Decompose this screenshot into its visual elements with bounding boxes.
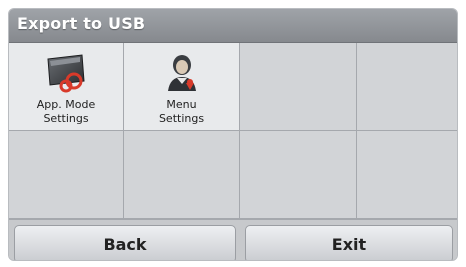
tile-label-line2: Settings	[43, 112, 89, 125]
title-bar: Export to USB	[9, 9, 457, 43]
page-title: Export to USB	[17, 14, 146, 33]
back-button[interactable]: Back	[14, 225, 236, 260]
tile-label-line1: Menu	[166, 98, 197, 111]
empty-tile	[240, 43, 357, 131]
app-mode-settings-icon	[47, 54, 85, 93]
tile-label: App. Mode Settings	[9, 98, 123, 126]
app-mode-settings-tile[interactable]: App. Mode Settings	[9, 43, 124, 131]
menu-grid: App. Mode Settings Menu Settings	[9, 43, 457, 219]
footer-bar: Back Exit	[9, 219, 457, 260]
empty-tile	[124, 131, 240, 219]
empty-tile	[9, 131, 124, 219]
tile-label-line2: Settings	[158, 112, 205, 125]
exit-button[interactable]: Exit	[245, 225, 453, 260]
empty-tile	[357, 131, 457, 219]
menu-settings-tile[interactable]: Menu Settings	[124, 43, 240, 131]
tile-label: Menu Settings	[124, 98, 239, 126]
empty-tile	[240, 131, 357, 219]
empty-tile	[357, 43, 457, 131]
tile-label-line1: App. Mode	[36, 98, 96, 111]
device-screen: Export to USB App. Mode Settings Menu Se…	[8, 8, 458, 261]
menu-settings-icon	[167, 55, 196, 91]
